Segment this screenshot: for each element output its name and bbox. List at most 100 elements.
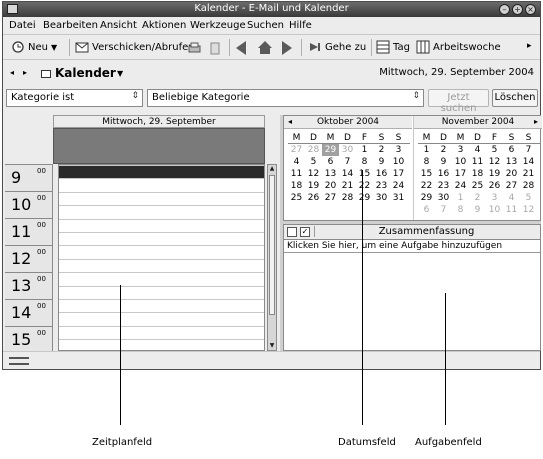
clear-button[interactable]: Löschen [492,89,538,107]
day-cell[interactable]: 9 [469,204,486,216]
new-button[interactable]: Neu ▼ [11,39,57,55]
prev-month-icon[interactable]: ◂ [288,117,292,126]
time-slot[interactable] [59,285,264,299]
day-cell[interactable]: 29 [356,192,373,204]
day-cell[interactable]: 12 [305,168,322,180]
day-cell[interactable]: 7 [435,204,452,216]
day-cell[interactable]: 9 [373,156,390,168]
day-cell[interactable]: 20 [322,180,339,192]
category-select[interactable]: Beliebige Kategorie ⇕ [147,89,424,107]
day-cell[interactable]: 14 [339,168,356,180]
filter-type-select[interactable]: Kategorie ist ⇕ [6,89,143,107]
day-cell[interactable]: 14 [520,156,537,168]
time-slot[interactable] [59,232,264,245]
time-slot[interactable] [59,272,264,285]
dropdown-arrow-icon[interactable]: ▼ [51,43,57,52]
menu-datei[interactable]: Datei [9,20,36,31]
day-cell[interactable]: 3 [390,144,407,156]
day-cell[interactable]: 6 [418,204,435,216]
search-now-button[interactable]: Jetzt suchen [428,89,489,114]
day-cell[interactable]: 30 [339,144,356,156]
time-slot[interactable] [59,245,264,258]
scroll-up-icon[interactable]: ▲ [268,165,276,173]
next-icon[interactable] [282,41,292,58]
day-cell[interactable]: 7 [520,144,537,156]
day-cell[interactable]: 29 [418,192,435,204]
day-cell[interactable]: 25 [288,192,305,204]
time-slots[interactable] [58,164,265,351]
day-cell[interactable]: 15 [418,168,435,180]
day-cell[interactable]: 4 [288,156,305,168]
day-cell[interactable]: 21 [520,168,537,180]
day-cell[interactable]: 11 [469,156,486,168]
time-slot[interactable] [59,258,264,272]
day-cell[interactable]: 22 [418,180,435,192]
delete-icon[interactable] [208,41,222,55]
send-receive-button[interactable]: Verschicken/Abrufen [75,39,195,55]
goto-button[interactable]: Gehe zu [308,39,366,55]
day-cell[interactable]: 1 [452,192,469,204]
menu-ansicht[interactable]: Ansicht [100,20,137,31]
day-cell[interactable]: 13 [322,168,339,180]
day-cell[interactable]: 26 [305,192,322,204]
folder-dropdown-icon[interactable]: ▼ [117,69,123,78]
day-cell[interactable]: 11 [503,204,520,216]
day-cell[interactable]: 24 [452,180,469,192]
add-task-row[interactable]: Klicken Sie hier, um eine Aufgabe hinzuz… [284,240,540,253]
day-cell[interactable]: 16 [435,168,452,180]
task-icon-column[interactable] [287,227,297,237]
maximize-icon[interactable]: + [512,4,523,15]
scrollbar-thumb[interactable] [269,175,275,315]
scroll-down-icon[interactable]: ▼ [268,342,276,350]
summary-column-header[interactable]: Zusammenfassung [314,226,538,237]
time-slot[interactable] [59,178,264,191]
day-cell[interactable]: 24 [390,180,407,192]
day-cell[interactable]: 10 [486,204,503,216]
day-cell[interactable]: 12 [486,156,503,168]
day-cell[interactable]: 1 [418,144,435,156]
day-cell[interactable]: 26 [486,180,503,192]
day-cell[interactable]: 13 [503,156,520,168]
day-cell[interactable]: 27 [503,180,520,192]
day-cell[interactable]: 28 [520,180,537,192]
day-cell[interactable]: 16 [373,168,390,180]
nav-forward-icon[interactable]: ▸ [23,68,27,77]
day-cell[interactable]: 8 [452,204,469,216]
time-slot[interactable] [59,299,264,312]
day-cell[interactable]: 8 [356,156,373,168]
menu-suchen[interactable]: Suchen [247,20,284,31]
day-header[interactable]: Mittwoch, 29. September [53,115,265,128]
day-cell[interactable]: 4 [469,144,486,156]
time-slot[interactable] [59,218,264,232]
day-cell-today[interactable]: 29 [322,144,339,156]
day-cell[interactable]: 7 [339,156,356,168]
nav-back-icon[interactable]: ◂ [10,68,14,77]
checkbox-icon[interactable]: ✓ [300,227,310,237]
day-cell[interactable]: 9 [435,156,452,168]
day-cell[interactable]: 2 [373,144,390,156]
day-cell[interactable]: 30 [435,192,452,204]
next-month-icon[interactable]: ▸ [534,117,538,126]
day-cell[interactable]: 28 [339,192,356,204]
title-bar[interactable]: Kalender - E-Mail und Kalender – + × [3,2,540,17]
day-cell[interactable]: 27 [322,192,339,204]
day-cell[interactable]: 5 [520,192,537,204]
time-slot[interactable] [59,205,264,218]
day-cell[interactable]: 4 [503,192,520,204]
today-home-icon[interactable] [257,40,273,55]
selected-time-slot[interactable] [59,165,264,178]
day-cell[interactable]: 31 [390,192,407,204]
all-day-events-area[interactable] [53,128,265,164]
day-cell[interactable]: 30 [373,192,390,204]
day-cell[interactable]: 6 [503,144,520,156]
day-cell[interactable]: 15 [356,168,373,180]
day-cell[interactable]: 5 [305,156,322,168]
day-cell[interactable]: 3 [452,144,469,156]
menu-hilfe[interactable]: Hilfe [289,20,312,31]
day-cell[interactable]: 11 [288,168,305,180]
day-cell[interactable]: 5 [486,144,503,156]
menu-bearbeiten[interactable]: Bearbeiten [43,20,98,31]
day-cell[interactable]: 1 [356,144,373,156]
day-cell[interactable]: 17 [390,168,407,180]
day-cell[interactable]: 12 [520,204,537,216]
